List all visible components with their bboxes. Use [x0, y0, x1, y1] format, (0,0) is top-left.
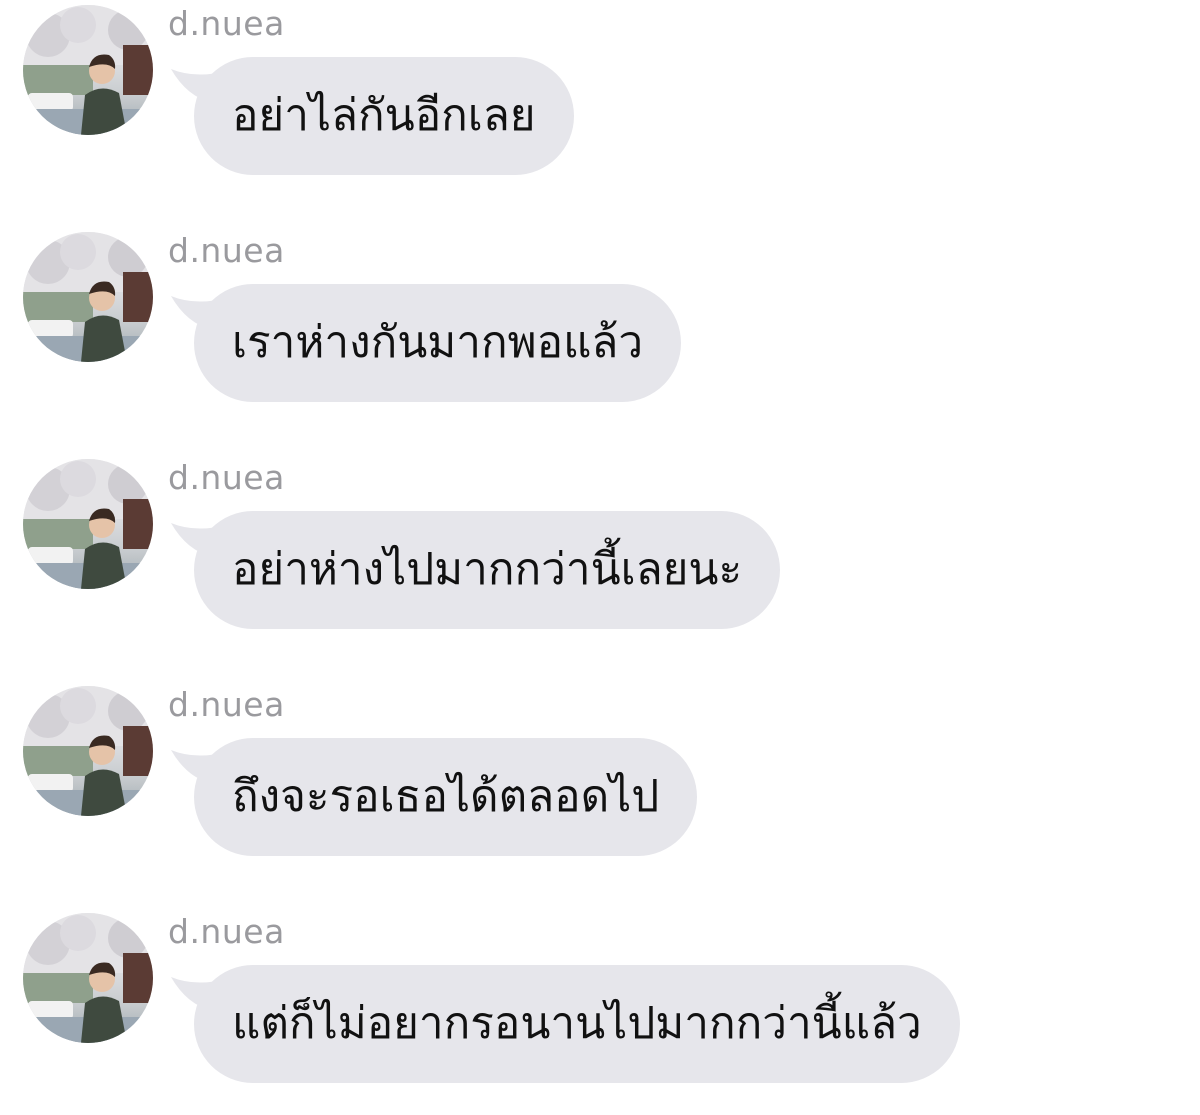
message-bubble[interactable]: แต่ก็ไม่อยากรอนานไปมากกว่านี้แล้ว [194, 965, 960, 1083]
sender-avatar[interactable] [23, 913, 153, 1043]
message-thread: d.nuea อย่าไล่กันอีกเลย d.nuea เราห่างกั… [0, 0, 1200, 1115]
message-text: เราห่างกันมากพอแล้ว [232, 317, 644, 368]
sender-name: d.nuea [168, 912, 285, 951]
message-row: d.nuea อย่าห่างไปมากกว่านี้เลยนะ [0, 454, 1200, 654]
sender-avatar[interactable] [23, 459, 153, 589]
message-bubble[interactable]: อย่าไล่กันอีกเลย [194, 57, 574, 175]
sender-avatar[interactable] [23, 232, 153, 362]
message-bubble[interactable]: ถึงจะรอเธอได้ตลอดไป [194, 738, 698, 856]
sender-name: d.nuea [168, 458, 285, 497]
message-row: d.nuea แต่ก็ไม่อยากรอนานไปมากกว่านี้แล้ว [0, 908, 1200, 1108]
message-row: d.nuea เราห่างกันมากพอแล้ว [0, 227, 1200, 427]
message-text: อย่าห่างไปมากกว่านี้เลยนะ [232, 544, 743, 595]
message-row: d.nuea อย่าไล่กันอีกเลย [0, 0, 1200, 200]
sender-name: d.nuea [168, 4, 285, 43]
message-row: d.nuea ถึงจะรอเธอได้ตลอดไป [0, 681, 1200, 881]
profile-photo-icon [23, 913, 153, 1043]
message-bubble[interactable]: อย่าห่างไปมากกว่านี้เลยนะ [194, 511, 781, 629]
profile-photo-icon [23, 686, 153, 816]
message-text: แต่ก็ไม่อยากรอนานไปมากกว่านี้แล้ว [232, 998, 922, 1049]
sender-name: d.nuea [168, 685, 285, 724]
message-text: อย่าไล่กันอีกเลย [232, 90, 536, 141]
profile-photo-icon [23, 232, 153, 362]
message-bubble[interactable]: เราห่างกันมากพอแล้ว [194, 284, 682, 402]
sender-avatar[interactable] [23, 686, 153, 816]
profile-photo-icon [23, 459, 153, 589]
message-text: ถึงจะรอเธอได้ตลอดไป [232, 771, 660, 822]
sender-avatar[interactable] [23, 5, 153, 135]
sender-name: d.nuea [168, 231, 285, 270]
profile-photo-icon [23, 5, 153, 135]
